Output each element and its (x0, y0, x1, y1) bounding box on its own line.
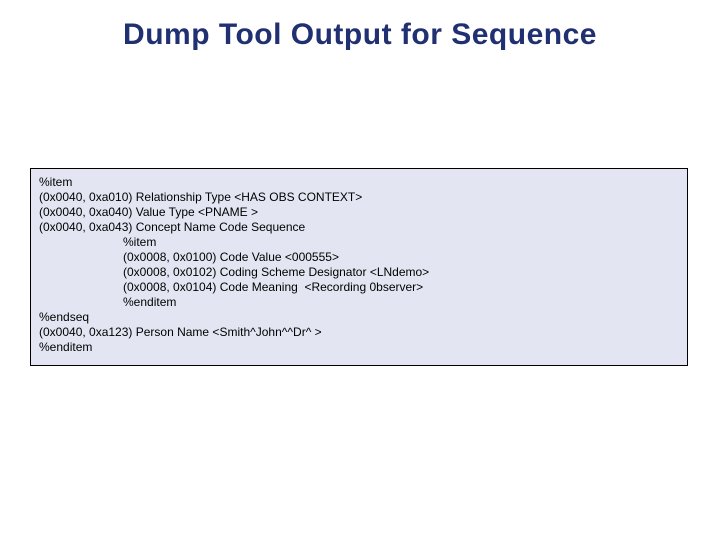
dump-output-box: %item (0x0040, 0xa010) Relationship Type… (30, 168, 688, 366)
line-code-value: (0x0008, 0x0100) Code Value <000555> (123, 250, 339, 264)
line-value-type: (0x0040, 0xa040) Value Type <PNAME > (39, 205, 258, 219)
line-relationship-type: (0x0040, 0xa010) Relationship Type <HAS … (39, 190, 362, 204)
line-nested-item-start: %item (123, 235, 156, 249)
line-code-meaning: (0x0008, 0x0104) Code Meaning <Recording… (123, 280, 423, 294)
line-item-start: %item (39, 175, 72, 189)
line-nested-enditem: %enditem (123, 295, 176, 309)
slide: Dump Tool Output for Sequence %item (0x0… (0, 0, 720, 540)
line-coding-scheme: (0x0008, 0x0102) Coding Scheme Designato… (123, 265, 429, 279)
line-person-name: (0x0040, 0xa123) Person Name <Smith^John… (39, 325, 322, 339)
dump-output-text: %item (0x0040, 0xa010) Relationship Type… (39, 175, 679, 355)
page-title: Dump Tool Output for Sequence (0, 18, 720, 52)
line-enditem: %enditem (39, 340, 92, 354)
line-endseq: %endseq (39, 310, 89, 324)
line-concept-name-seq: (0x0040, 0xa043) Concept Name Code Seque… (39, 220, 305, 234)
